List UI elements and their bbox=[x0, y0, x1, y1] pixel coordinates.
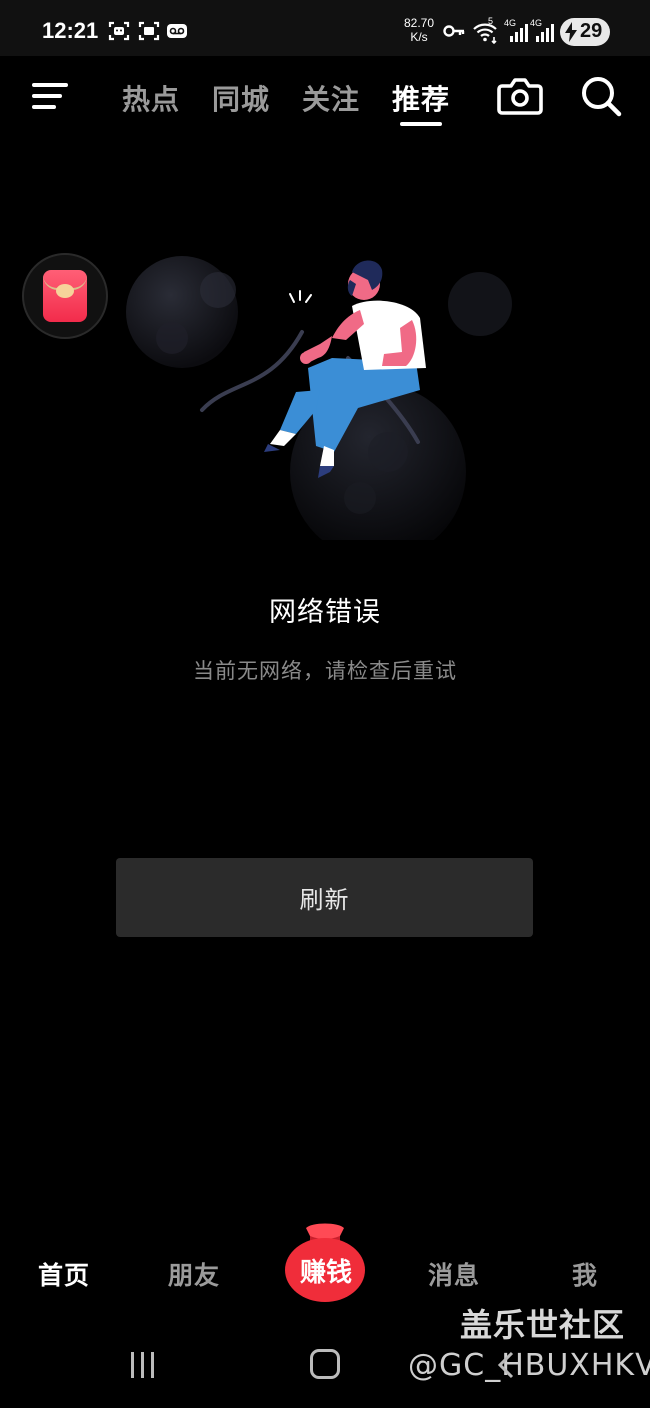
voicemail-icon bbox=[167, 24, 187, 38]
network-error-illustration bbox=[126, 256, 512, 540]
tab-hot[interactable]: 热点 bbox=[122, 78, 180, 118]
tab-me[interactable]: 我 bbox=[572, 1256, 598, 1292]
network-speed-value: 82.70 bbox=[403, 16, 435, 30]
battery-charging-icon bbox=[565, 22, 577, 42]
status-bar: 12:21 82.70 K/s 5 4G 4G 29 bbox=[0, 0, 650, 56]
tab-following[interactable]: 关注 bbox=[302, 78, 360, 118]
signal-icon-2: 4G bbox=[530, 18, 554, 44]
status-time: 12:21 bbox=[42, 18, 99, 43]
network-speed: 82.70 K/s bbox=[400, 16, 438, 44]
earn-money-label: 赚钱 bbox=[299, 1258, 352, 1288]
menu-icon[interactable] bbox=[30, 80, 70, 112]
home-icon[interactable] bbox=[310, 1349, 340, 1379]
key-icon bbox=[443, 25, 465, 37]
tab-messages[interactable]: 消息 bbox=[428, 1256, 480, 1292]
earn-money-button[interactable]: 赚钱 bbox=[284, 1220, 366, 1304]
tab-local[interactable]: 同城 bbox=[212, 78, 270, 118]
tab-home[interactable]: 首页 bbox=[38, 1256, 90, 1292]
watermark-community: 盖乐世社区 bbox=[460, 1306, 626, 1344]
error-title: 网络错误 bbox=[269, 597, 381, 628]
wifi-band-label: 5 bbox=[488, 16, 494, 26]
battery-indicator: 29 bbox=[560, 18, 610, 46]
active-tab-indicator bbox=[400, 122, 442, 126]
battery-level: 29 bbox=[580, 20, 603, 42]
camera-icon[interactable] bbox=[496, 76, 544, 116]
recent-apps-icon[interactable] bbox=[128, 1350, 158, 1380]
search-icon[interactable] bbox=[578, 74, 624, 120]
tab-friends[interactable]: 朋友 bbox=[168, 1256, 220, 1292]
tab-recommended[interactable]: 推荐 bbox=[392, 78, 450, 118]
network-speed-unit: K/s bbox=[410, 30, 428, 44]
face-scan-icon bbox=[108, 21, 130, 41]
refresh-button[interactable]: 刷新 bbox=[116, 858, 533, 937]
top-nav: 热点 同城 关注 推荐 bbox=[0, 56, 650, 140]
wifi-icon bbox=[473, 23, 497, 44]
scan-icon bbox=[138, 21, 160, 41]
watermark-user: @GC_HBUXHKV bbox=[408, 1348, 650, 1383]
red-packet-icon bbox=[43, 270, 87, 322]
error-subtitle: 当前无网络，请检查后重试 bbox=[193, 659, 457, 683]
red-packet-button[interactable] bbox=[22, 253, 108, 339]
back-icon[interactable] bbox=[494, 1350, 518, 1380]
signal-icon: 4G bbox=[504, 18, 528, 44]
